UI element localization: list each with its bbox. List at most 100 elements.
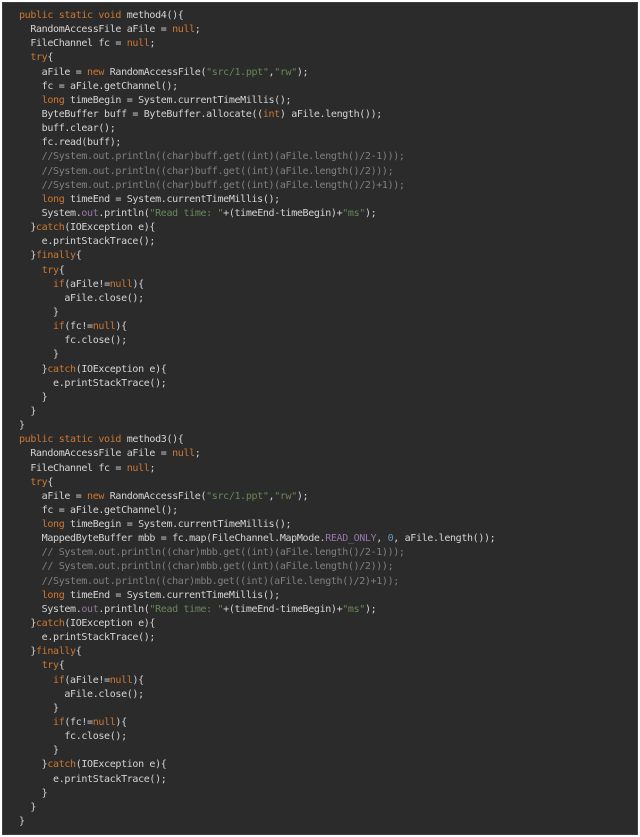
code-token-plain: ){ — [132, 674, 144, 686]
code-line: RandomAccessFile aFile = null; — [3, 23, 637, 37]
code-line: } — [3, 702, 637, 716]
code-token-plain: } — [19, 363, 48, 375]
code-token-kw: catch — [47, 363, 76, 375]
code-line: e.printStackTrace(); — [3, 377, 637, 391]
code-token-plain: aFile.close(); — [19, 292, 144, 304]
code-token-plain: } — [19, 646, 37, 658]
code-line: } — [3, 787, 637, 801]
code-token-cmt: //System.out.println((char)buff.get((int… — [19, 165, 394, 177]
code-line: try{ — [3, 659, 637, 673]
code-token-plain: { — [47, 52, 54, 64]
code-token-plain: ); — [364, 207, 377, 219]
code-token-plain: RandomAccessFile( — [109, 490, 207, 502]
code-token-plain: ){ — [115, 321, 127, 333]
code-line: long timeEnd = System.currentTimeMillis(… — [3, 193, 637, 207]
code-token-kw: long — [41, 589, 71, 601]
code-token-str: "rw" — [274, 490, 297, 502]
code-token-plain: e.printStackTrace(); — [19, 236, 156, 248]
code-token-plain: (IOException e){ — [64, 222, 156, 234]
code-line: } — [3, 744, 637, 758]
code-token-plain: .println( — [98, 603, 150, 615]
code-token-plain: { — [75, 250, 82, 262]
code-line: fc.close(); — [3, 730, 637, 744]
code-line: }catch(IOException e){ — [3, 758, 637, 772]
code-token-plain: } — [19, 618, 37, 630]
code-token-kw: if — [53, 278, 65, 290]
code-token-kw: if — [53, 717, 65, 729]
code-token-kw: null — [92, 321, 116, 333]
code-line: fc.close(); — [3, 334, 637, 348]
code-token-fld: out — [81, 207, 99, 219]
code-token-plain: System. — [19, 207, 82, 219]
code-token-plain: e.printStackTrace(); — [19, 632, 156, 644]
code-token-plain: RandomAccessFile( — [109, 66, 207, 78]
code-token-kw: long — [41, 519, 71, 531]
code-line: fc.read(buff); — [3, 136, 637, 150]
code-token-plain: (IOException e){ — [75, 759, 167, 771]
code-token-kw: public static void — [19, 10, 127, 21]
code-token-fld: READ_ONLY — [325, 533, 377, 545]
code-line: aFile.close(); — [3, 688, 637, 702]
code-token-plain: e.printStackTrace(); — [19, 773, 167, 785]
code-token-plain: } — [19, 787, 48, 799]
code-token-kw: null — [109, 674, 133, 686]
code-line: if(fc!=null){ — [3, 320, 637, 334]
code-line: } — [3, 391, 637, 405]
code-line: FileChannel fc = null; — [3, 37, 637, 51]
code-token-kw: try — [30, 476, 48, 488]
code-line: public static void method3(){ — [3, 433, 637, 447]
code-token-kw: catch — [36, 618, 65, 630]
code-token-plain: ){ — [132, 278, 144, 290]
code-line: }finally{ — [3, 645, 637, 659]
code-token-plain: .println( — [98, 207, 150, 219]
code-line: } — [3, 801, 637, 815]
code-line: long timeBegin = System.currentTimeMilli… — [3, 518, 637, 532]
code-token-str: "rw" — [274, 66, 297, 78]
code-token-plain: } — [19, 420, 25, 432]
code-token-plain: } — [19, 250, 37, 262]
code-token-plain: } — [19, 759, 48, 771]
code-token-plain: RandomAccessFile aFile = — [19, 448, 173, 460]
code-token-plain: timeEnd = System.currentTimeMillis(); — [70, 589, 280, 601]
code-token-plain: ){ — [115, 717, 127, 729]
code-token-plain: fc.read(buff); — [19, 137, 122, 149]
code-token-plain: (fc!= — [64, 321, 93, 333]
code-line: aFile.close(); — [3, 292, 637, 306]
code-token-plain: buff.clear(); — [19, 123, 116, 135]
code-token-plain: ); — [296, 66, 309, 78]
code-editor[interactable]: public static void method4(){ RandomAcce… — [2, 2, 638, 835]
code-line: // System.out.println((char)mbb.get((int… — [3, 560, 637, 574]
code-line: }catch(IOException e){ — [3, 617, 637, 631]
code-line: try{ — [3, 264, 637, 278]
code-token-plain: ByteBuffer buff = ByteBuffer.allocate(( — [19, 108, 264, 120]
code-token-plain: +(timeEnd-timeBegin)+ — [223, 207, 343, 219]
code-line: }catch(IOException e){ — [3, 221, 637, 235]
code-token-plain: +(timeEnd-timeBegin)+ — [223, 603, 343, 615]
code-line: }catch(IOException e){ — [3, 363, 637, 377]
code-token-plain: ; — [149, 462, 156, 474]
code-line: } — [3, 419, 637, 433]
code-token-plain: (aFile!= — [64, 674, 110, 686]
code-line: } — [3, 306, 637, 320]
code-token-cmt: //System.out.println((char)mbb.get((int)… — [19, 575, 400, 587]
code-line: } — [3, 405, 637, 419]
code-area[interactable]: public static void method4(){ RandomAcce… — [3, 9, 637, 829]
code-token-str: "Read time: " — [149, 603, 224, 615]
code-token-plain: , — [376, 533, 388, 545]
code-token-plain: aFile = — [19, 490, 88, 502]
code-line: System.out.println("Read time: "+(timeEn… — [3, 207, 637, 221]
code-token-kw: try — [41, 660, 59, 672]
code-token-plain: FileChannel fc = — [19, 462, 127, 474]
code-token-plain: } — [19, 391, 48, 403]
code-token-fld: out — [81, 603, 99, 615]
code-token-kw: finally — [36, 646, 76, 658]
code-token-plain: , aFile.length()); — [393, 533, 496, 545]
code-line: // System.out.println((char)mbb.get((int… — [3, 546, 637, 560]
code-line: MappedByteBuffer mbb = fc.map(FileChanne… — [3, 532, 637, 546]
